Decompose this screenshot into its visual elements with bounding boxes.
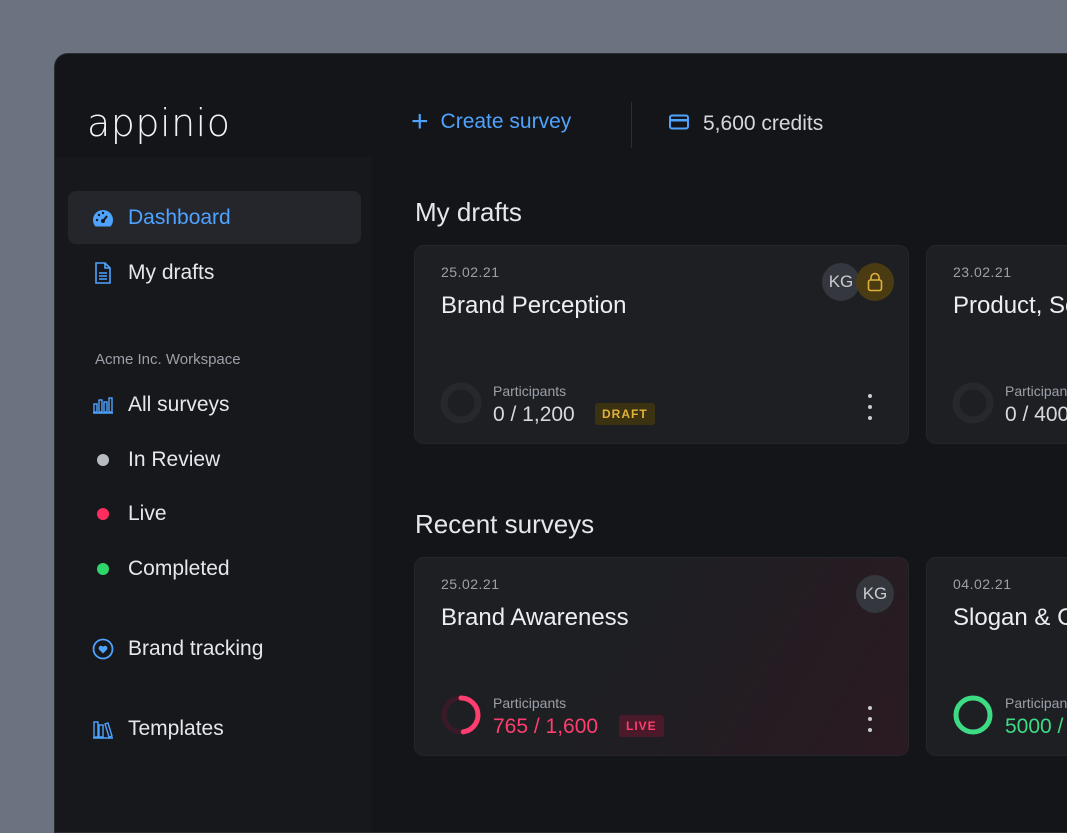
sidebar-item-label: Brand tracking [128,636,264,660]
my-drafts-heading: My drafts [415,197,522,227]
sidebar: Dashboard My drafts Acme Inc. Workspace … [55,157,372,832]
sidebar-item-label: All surveys [128,392,230,416]
more-options-icon[interactable] [860,394,880,420]
sidebar-item-dashboard[interactable]: Dashboard [68,191,361,244]
participants-label: Participants [1005,695,1067,711]
credit-card-icon [669,112,689,136]
completed-dot-icon [97,562,109,575]
survey-card[interactable]: 04.02.21 Slogan & Claim Participants 500… [926,557,1067,756]
avatar: KG [856,575,894,613]
participants-count: 5000 / 5000 [1005,715,1067,738]
sidebar-item-label: Templates [128,716,224,740]
workspace-label: Acme Inc. Workspace [95,351,241,368]
participants-label: Participants [493,383,567,399]
sidebar-item-brand-tracking[interactable]: Brand tracking [68,622,361,675]
main-content: My drafts 25.02.21 Brand Perception KG P… [372,157,1067,832]
heart-circle-icon [92,638,114,660]
card-title: Slogan & Claim [953,604,1067,631]
plus-icon: + [411,105,429,138]
sidebar-item-label: Completed [128,556,230,580]
sidebar-item-live[interactable]: Live [68,487,361,540]
top-bar: appinio + Create survey 5,600 credits [55,54,1067,157]
create-survey-label: Create survey [440,110,572,133]
sidebar-item-label: My drafts [128,260,215,284]
more-options-icon[interactable] [860,706,880,732]
participants-count: 0 / 400 [1005,403,1067,426]
card-date: 04.02.21 [953,576,1012,592]
sidebar-item-templates[interactable]: Templates [68,702,361,755]
progress-ring [441,695,481,735]
card-title: Product, Service Concept Test [953,292,1067,319]
document-icon [92,261,114,284]
participants-count: 765 / 1,600 [493,715,599,738]
app-logo[interactable]: appinio [87,101,230,145]
sidebar-item-label: In Review [128,447,221,471]
lock-icon[interactable] [856,263,894,301]
card-date: 25.02.21 [441,264,500,280]
progress-ring [953,695,993,735]
progress-ring-arc [953,695,993,735]
sidebar-item-label: Live [128,501,167,525]
participants-label: Participants [1005,383,1067,399]
progress-ring [440,382,482,424]
sidebar-item-label: Dashboard [128,205,231,229]
draft-card[interactable]: 25.02.21 Brand Perception KG Participant… [414,245,909,444]
card-date: 23.02.21 [953,264,1012,280]
header-divider [631,102,632,148]
bar-chart-icon [92,396,114,414]
sidebar-item-all-surveys[interactable]: All surveys [68,378,361,431]
status-badge: DRAFT [595,403,655,425]
status-badge: LIVE [619,715,664,737]
templates-books-icon [92,719,114,739]
participants-label: Participants [493,695,567,711]
card-date: 25.02.21 [441,576,500,592]
survey-card[interactable]: 25.02.21 Brand Awareness KG Participants… [414,557,909,756]
progress-ring [952,382,994,424]
dashboard-gauge-icon [92,208,114,228]
in-review-dot-icon [97,453,109,466]
app-window: appinio + Create survey 5,600 credits Da… [54,53,1067,833]
avatar: KG [822,263,860,301]
recent-surveys-heading: Recent surveys [415,509,595,539]
sidebar-item-my-drafts[interactable]: My drafts [68,246,361,299]
credits-label: 5,600 credits [703,112,824,135]
sidebar-item-completed[interactable]: Completed [68,542,361,595]
sidebar-item-in-review[interactable]: In Review [68,433,361,486]
credits-display[interactable]: 5,600 credits [669,112,823,136]
card-title: Brand Awareness [441,604,629,631]
card-title: Brand Perception [441,292,627,319]
draft-card[interactable]: 23.02.21 Product, Service Concept Test P… [926,245,1067,444]
create-survey-button[interactable]: + Create survey [411,105,572,138]
participants-count: 0 / 1,200 [493,403,575,426]
live-dot-icon [97,507,109,520]
